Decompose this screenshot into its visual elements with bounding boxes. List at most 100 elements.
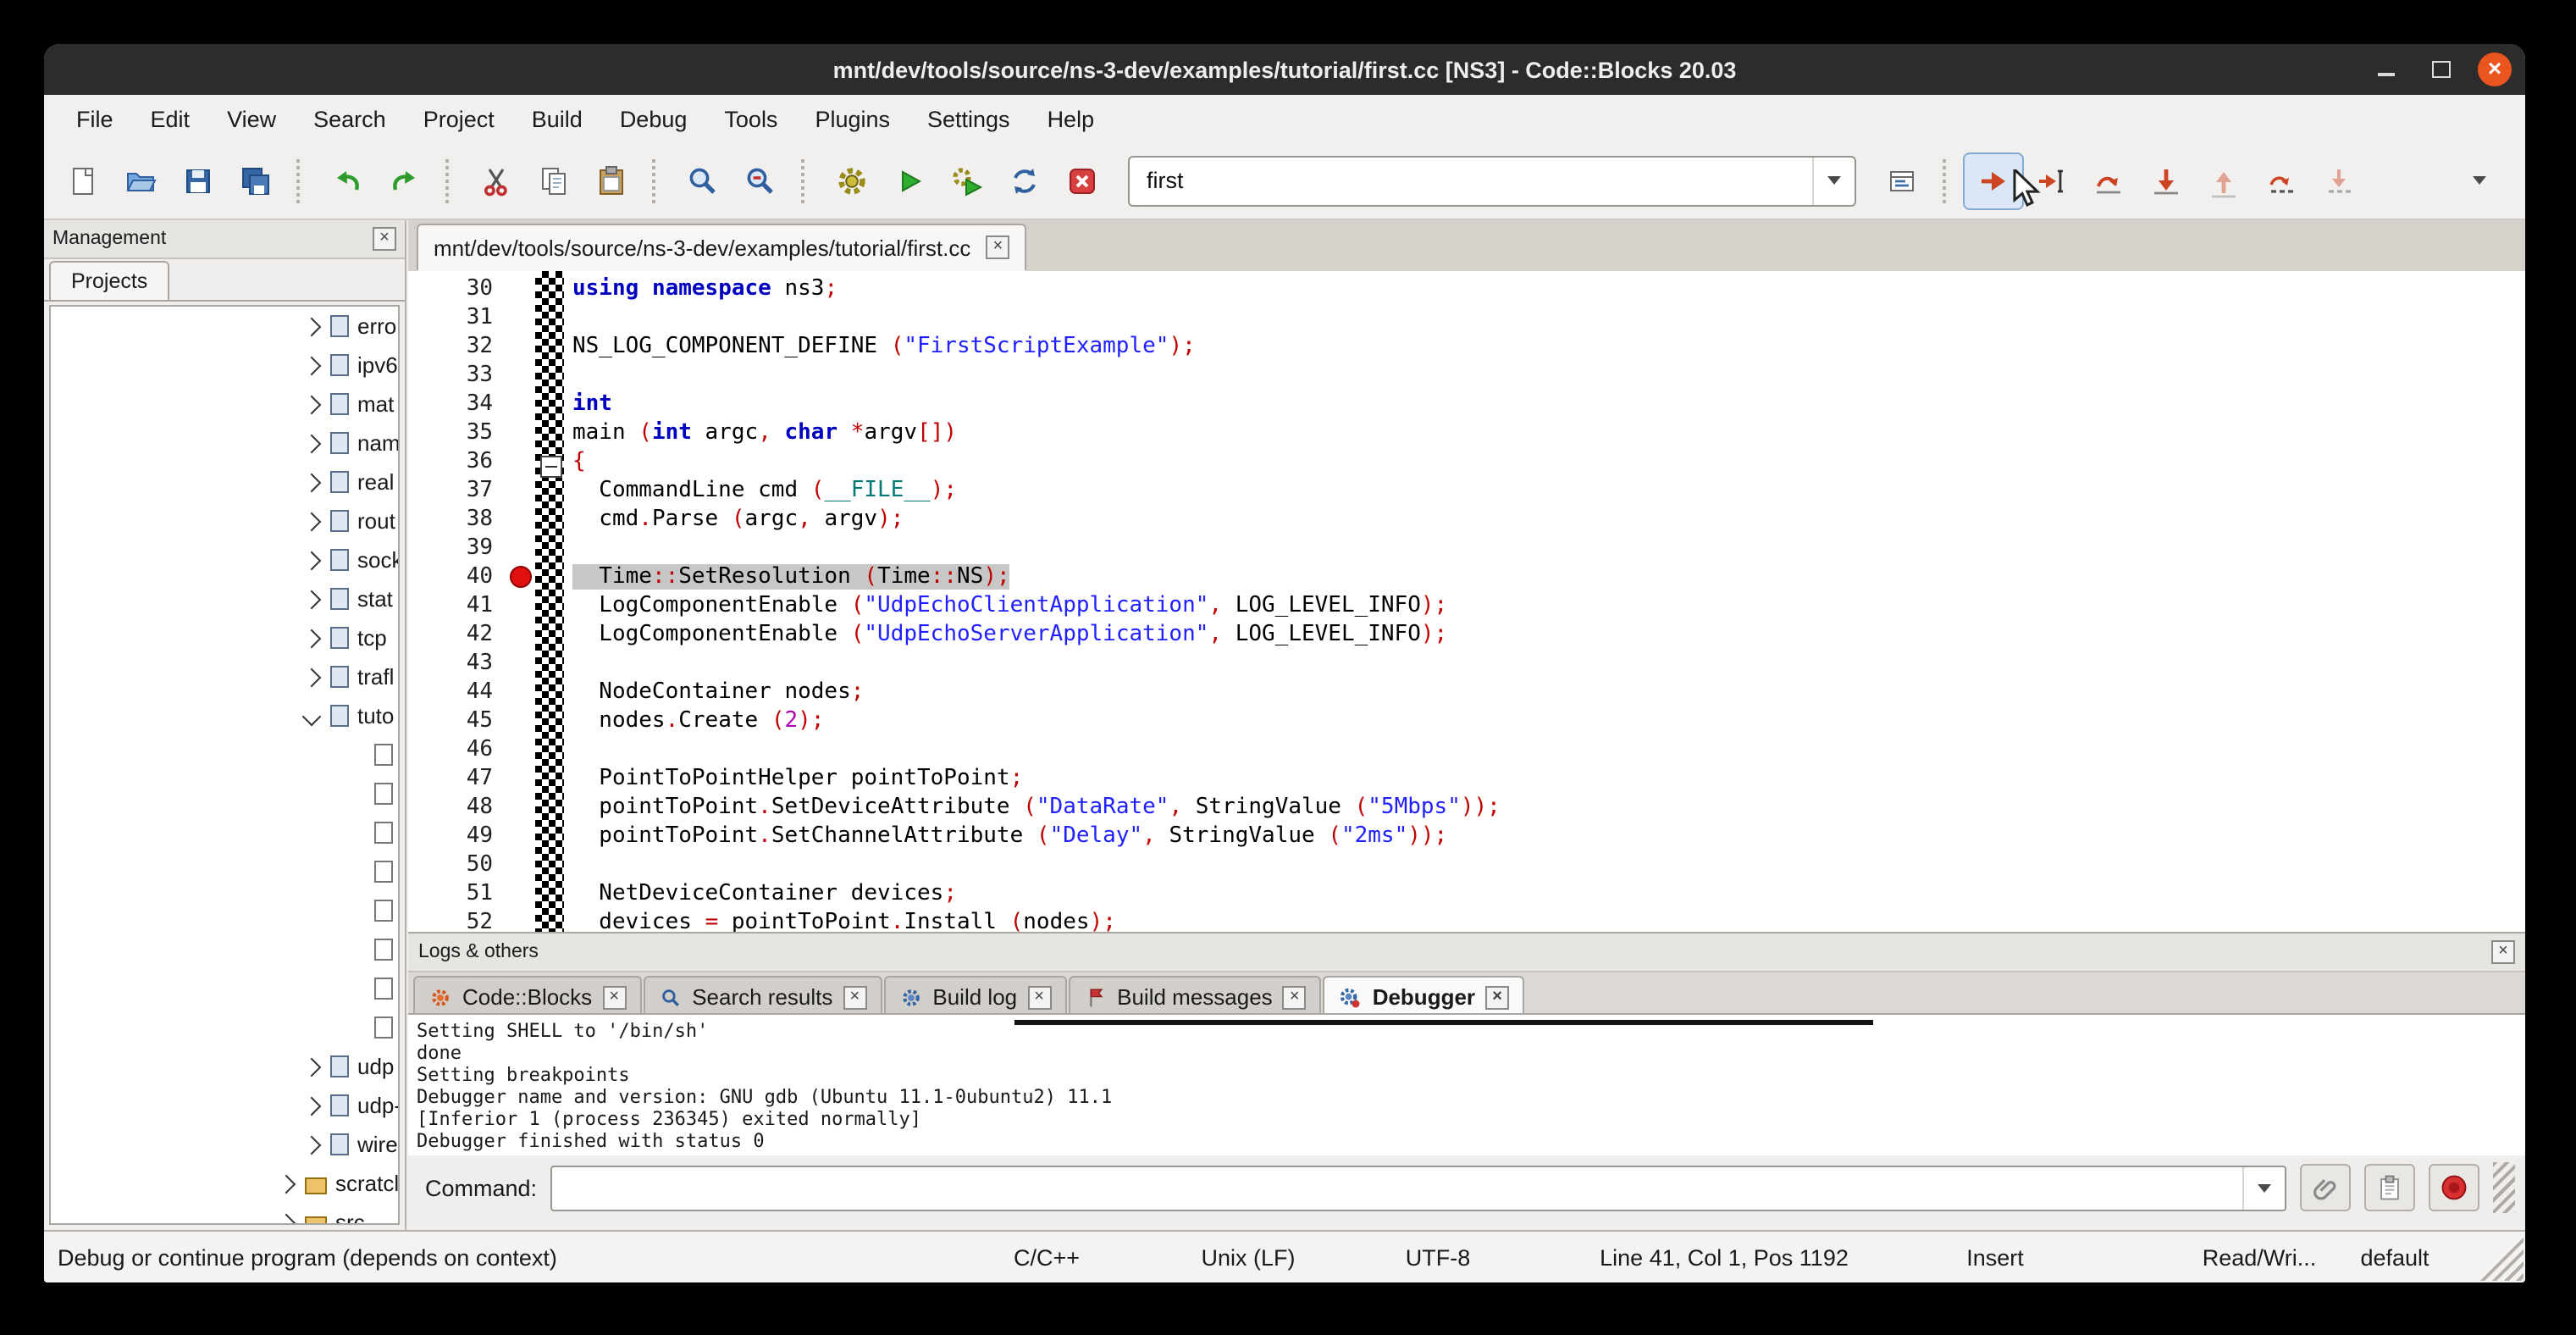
chevron-right-icon[interactable] [302, 317, 322, 336]
next-line-button[interactable] [2080, 153, 2137, 208]
chevron-down-icon[interactable] [302, 706, 322, 726]
line-number[interactable]: 43 [408, 651, 505, 676]
code-line-41[interactable]: 41 LogComponentEnable ("UdpEchoClientApp… [408, 591, 2525, 620]
cut-button[interactable] [467, 153, 525, 208]
chevron-right-icon[interactable] [302, 1135, 322, 1155]
undo-button[interactable] [318, 153, 376, 208]
code-line-48[interactable]: 48 pointToPoint.SetDeviceAttribute ("Dat… [408, 793, 2525, 822]
breakpoint-margin[interactable] [505, 332, 535, 361]
toolbar-grip[interactable] [445, 158, 456, 202]
chevron-right-icon[interactable] [302, 356, 322, 375]
save-button[interactable] [169, 153, 227, 208]
attach-button[interactable] [2300, 1164, 2351, 1211]
breakpoint-margin[interactable] [505, 591, 535, 620]
code-editor[interactable]: 30using namespace ns3;3132NS_LOG_COMPONE… [408, 271, 2525, 932]
code-line-49[interactable]: 49 pointToPoint.SetChannelAttribute ("De… [408, 822, 2525, 850]
open-file-button[interactable] [112, 153, 169, 208]
select-target-button[interactable] [1873, 153, 1931, 208]
breakpoint-margin[interactable] [505, 764, 535, 793]
combo-dropdown-button[interactable] [1812, 157, 1855, 204]
breakpoint-margin[interactable] [505, 562, 535, 591]
menu-edit[interactable]: Edit [132, 99, 209, 138]
toolbar-overflow-button[interactable] [2451, 153, 2508, 208]
panel-resize-grip[interactable] [2493, 1162, 2515, 1213]
chevron-right-icon[interactable] [302, 590, 322, 609]
tree-item-src[interactable]: src [51, 1203, 398, 1225]
code-line-35[interactable]: 35main (int argc, char *argv[]) [408, 418, 2525, 447]
breakpoint-margin[interactable] [505, 850, 535, 879]
breakpoint-margin[interactable] [505, 822, 535, 850]
line-number[interactable]: 38 [408, 507, 505, 532]
code-line-44[interactable]: 44 NodeContainer nodes; [408, 678, 2525, 706]
titlebar[interactable]: mnt/dev/tools/source/ns-3-dev/examples/t… [44, 44, 2525, 95]
tab-debugger[interactable]: Debugger [1324, 976, 1524, 1016]
tree-item-udp[interactable]: udp [51, 1047, 398, 1086]
debug-continue-button[interactable] [1965, 153, 2022, 208]
code-line-47[interactable]: 47 PointToPointHelper pointToPoint; [408, 764, 2525, 793]
code-line-39[interactable]: 39 [408, 534, 2525, 562]
menu-help[interactable]: Help [1029, 99, 1114, 138]
close-button[interactable] [2478, 53, 2512, 86]
menu-tools[interactable]: Tools [705, 99, 796, 138]
toolbar-grip[interactable] [652, 158, 662, 202]
minimize-button[interactable] [2369, 53, 2403, 86]
line-number[interactable]: 46 [408, 737, 505, 762]
tree-item-se[interactable]: se [51, 891, 398, 930]
code-line-38[interactable]: 38 cmd.Parse (argc, argv); [408, 505, 2525, 534]
window-resize-grip[interactable] [2478, 1235, 2523, 1281]
fold-marker-icon[interactable] [540, 456, 562, 478]
breakpoint-margin[interactable] [505, 649, 535, 678]
command-dropdown-button[interactable] [2242, 1166, 2285, 1209]
line-number[interactable]: 50 [408, 852, 505, 878]
breakpoint-margin[interactable] [505, 908, 535, 932]
tab-close-icon[interactable] [1027, 985, 1051, 1009]
tree-item-fir[interactable]: fir [51, 774, 398, 813]
code-line-43[interactable]: 43 [408, 649, 2525, 678]
redo-button[interactable] [376, 153, 434, 208]
tree-item-se[interactable]: se [51, 930, 398, 969]
toolbar-grip[interactable] [1943, 158, 1953, 202]
tree-item-six[interactable]: six [51, 969, 398, 1008]
tab-close-icon[interactable] [1283, 985, 1307, 1009]
tab-build-log[interactable]: Build log [883, 976, 1066, 1016]
line-number[interactable]: 40 [408, 564, 505, 590]
tab-build-messages[interactable]: Build messages [1068, 976, 1322, 1016]
chevron-right-icon[interactable] [302, 1096, 322, 1116]
breakpoint-margin[interactable] [505, 620, 535, 649]
replace-button[interactable] [732, 153, 789, 208]
step-into-button[interactable] [2137, 153, 2195, 208]
step-out-button[interactable] [2195, 153, 2253, 208]
line-number[interactable]: 30 [408, 276, 505, 302]
copy-log-button[interactable] [2364, 1164, 2415, 1211]
tab-codeblocks[interactable]: Code::Blocks [413, 976, 641, 1016]
command-input[interactable] [550, 1165, 2286, 1210]
tree-item-th[interactable]: th [51, 1008, 398, 1047]
maximize-button[interactable] [2424, 53, 2457, 86]
build-target-input[interactable] [1128, 155, 1856, 206]
code-line-31[interactable]: 31 [408, 303, 2525, 332]
line-number[interactable]: 41 [408, 593, 505, 618]
copy-button[interactable] [525, 153, 583, 208]
toolbar-grip[interactable] [801, 158, 811, 202]
code-line-30[interactable]: 30using namespace ns3; [408, 274, 2525, 303]
chevron-right-icon[interactable] [302, 551, 322, 570]
line-number[interactable]: 51 [408, 881, 505, 906]
tree-item-tcp[interactable]: tcp [51, 618, 398, 657]
breakpoint-margin[interactable] [505, 303, 535, 332]
breakpoint-margin[interactable] [505, 534, 535, 562]
line-number[interactable]: 39 [408, 535, 505, 561]
line-number[interactable]: 52 [408, 910, 505, 932]
line-number[interactable]: 34 [408, 391, 505, 417]
breakpoint-margin[interactable] [505, 361, 535, 390]
build-target-combo[interactable] [1128, 155, 1856, 206]
code-line-34[interactable]: 34int [408, 390, 2525, 418]
logs-header[interactable]: Logs & others [408, 932, 2525, 972]
chevron-right-icon[interactable] [302, 395, 322, 414]
tree-item-nam[interactable]: nam [51, 424, 398, 463]
tree-item-he[interactable]: he [51, 852, 398, 891]
tree-item-stat[interactable]: stat [51, 579, 398, 618]
breakpoint-margin[interactable] [505, 274, 535, 303]
chevron-right-icon[interactable] [302, 473, 322, 492]
breakpoint-margin[interactable] [505, 879, 535, 908]
code-line-46[interactable]: 46 [408, 735, 2525, 764]
